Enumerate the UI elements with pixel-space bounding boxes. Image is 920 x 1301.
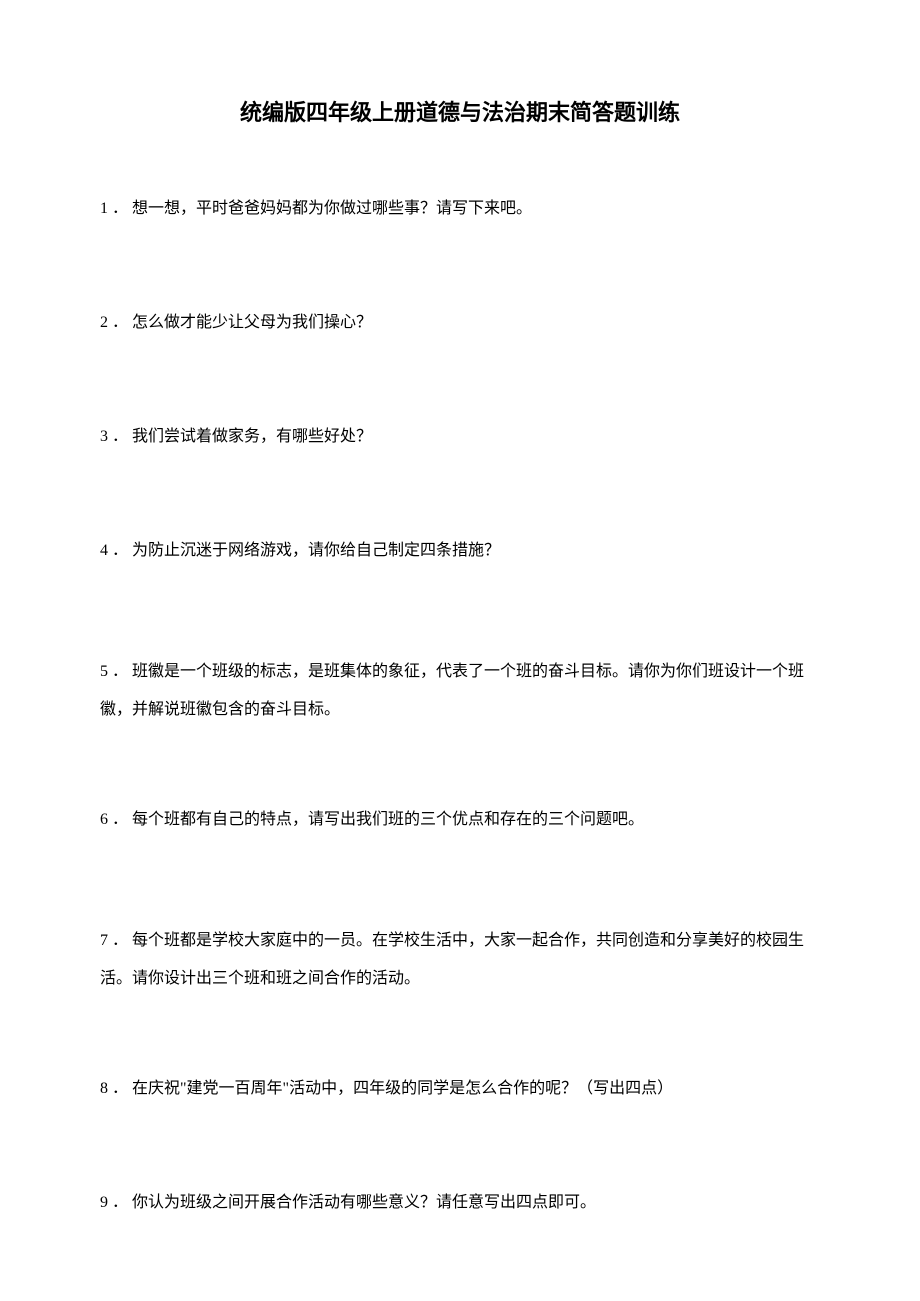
question-9: 9．你认为班级之间开展合作活动有哪些意义？请任意写出四点即可。 xyxy=(100,1191,820,1215)
question-7: 7．每个班都是学校大家庭中的一员。在学校生活中，大家一起合作，共同创造和分享美好… xyxy=(100,922,820,999)
question-6: 6．每个班都有自己的特点，请写出我们班的三个优点和存在的三个问题吧。 xyxy=(100,808,820,832)
question-number: 1 xyxy=(100,197,108,221)
question-number: 9 xyxy=(100,1191,108,1215)
question-text: 怎么做才能少让父母为我们操心？ xyxy=(132,314,372,331)
separator-dot: ． xyxy=(112,1191,128,1215)
separator-dot: ． xyxy=(112,922,128,960)
question-text: 你认为班级之间开展合作活动有哪些意义？请任意写出四点即可。 xyxy=(132,1194,596,1211)
question-number: 6 xyxy=(100,808,108,832)
question-2: 2．怎么做才能少让父母为我们操心？ xyxy=(100,311,820,335)
question-4: 4．为防止沉迷于网络游戏，请你给自己制定四条措施？ xyxy=(100,539,820,563)
question-number: 2 xyxy=(100,311,108,335)
separator-dot: ． xyxy=(112,311,128,335)
document-title: 统编版四年级上册道德与法治期末简答题训练 xyxy=(100,95,820,127)
separator-dot: ． xyxy=(112,1077,128,1101)
separator-dot: ． xyxy=(112,425,128,449)
separator-dot: ． xyxy=(112,197,128,221)
question-number: 4 xyxy=(100,539,108,563)
question-3: 3．我们尝试着做家务，有哪些好处？ xyxy=(100,425,820,449)
question-text: 在庆祝"建党一百周年"活动中，四年级的同学是怎么合作的呢？（写出四点） xyxy=(132,1080,673,1097)
question-text: 每个班都有自己的特点，请写出我们班的三个优点和存在的三个问题吧。 xyxy=(132,811,644,828)
question-number: 8 xyxy=(100,1077,108,1101)
separator-dot: ． xyxy=(112,808,128,832)
question-1: 1．想一想，平时爸爸妈妈都为你做过哪些事？请写下来吧。 xyxy=(100,197,820,221)
question-text: 班徽是一个班级的标志，是班集体的象征，代表了一个班的奋斗目标。请你为你们班设计一… xyxy=(100,663,804,718)
question-text: 为防止沉迷于网络游戏，请你给自己制定四条措施？ xyxy=(132,542,500,559)
question-text: 我们尝试着做家务，有哪些好处？ xyxy=(132,428,372,445)
separator-dot: ． xyxy=(112,653,128,691)
question-8: 8．在庆祝"建党一百周年"活动中，四年级的同学是怎么合作的呢？（写出四点） xyxy=(100,1077,820,1101)
separator-dot: ． xyxy=(112,539,128,563)
question-number: 5 xyxy=(100,653,108,691)
question-number: 7 xyxy=(100,922,108,960)
question-text: 每个班都是学校大家庭中的一员。在学校生活中，大家一起合作，共同创造和分享美好的校… xyxy=(100,932,804,987)
question-text: 想一想，平时爸爸妈妈都为你做过哪些事？请写下来吧。 xyxy=(132,200,532,217)
question-number: 3 xyxy=(100,425,108,449)
question-5: 5．班徽是一个班级的标志，是班集体的象征，代表了一个班的奋斗目标。请你为你们班设… xyxy=(100,653,820,730)
